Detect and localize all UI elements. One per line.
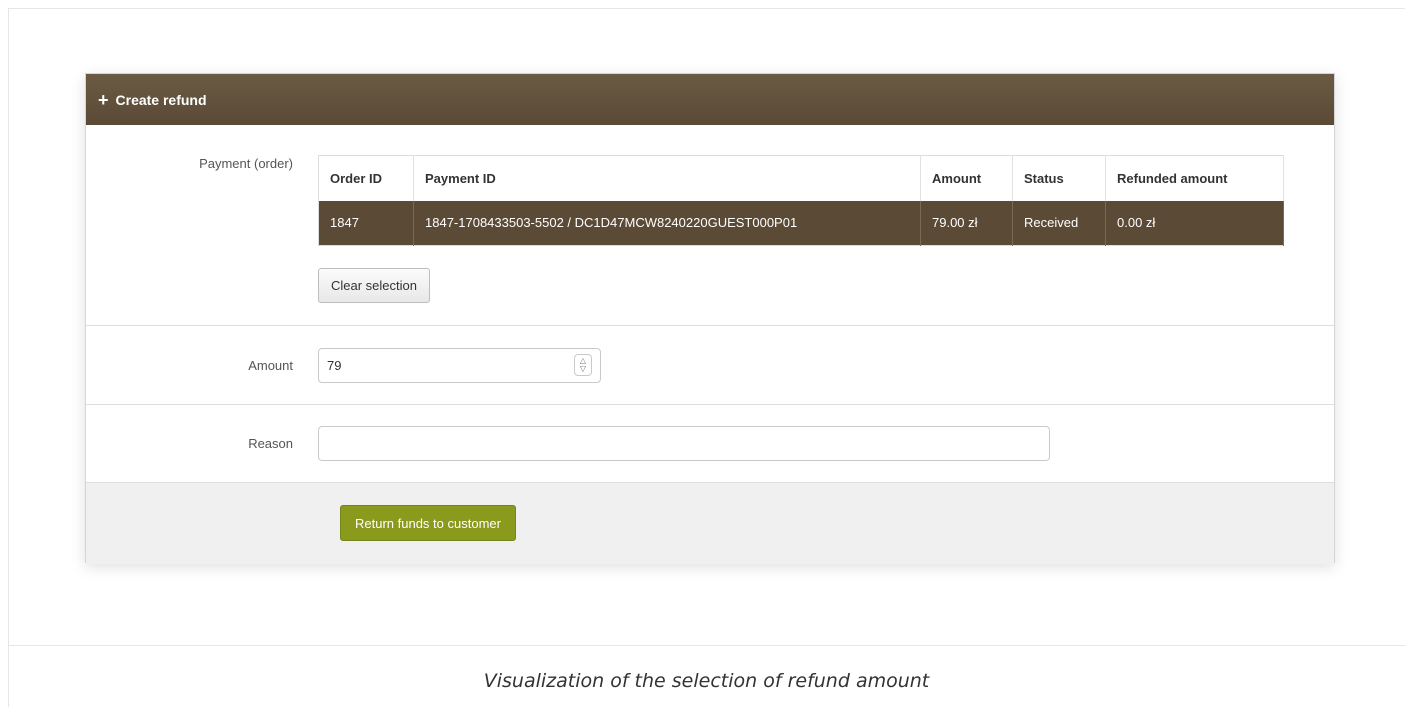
payments-table: Order ID Payment ID Amount Status Refund… xyxy=(318,155,1284,246)
amount-row: Amount △ ▽ xyxy=(86,326,1334,405)
reason-input[interactable] xyxy=(318,426,1050,461)
reason-field xyxy=(318,426,1334,461)
frame-top-border xyxy=(8,8,1405,9)
panel-title: Create refund xyxy=(115,91,207,108)
cell-order-id: 1847 xyxy=(318,200,414,246)
table-row-selected[interactable]: 1847 1847-1708433503-5502 / DC1D47MCW824… xyxy=(318,200,1284,246)
caption-divider xyxy=(8,645,1405,646)
table-header-row: Order ID Payment ID Amount Status Refund… xyxy=(318,155,1284,201)
return-funds-button[interactable]: Return funds to customer xyxy=(340,505,516,541)
amount-input-box: △ ▽ xyxy=(318,347,601,383)
plus-icon: + xyxy=(98,89,109,110)
amount-label: Amount xyxy=(248,357,293,373)
amount-input[interactable] xyxy=(327,357,527,373)
payment-label: Payment (order) xyxy=(199,156,293,171)
cell-payment-id: 1847-1708433503-5502 / DC1D47MCW8240220G… xyxy=(413,200,921,246)
column-header-status: Status xyxy=(1012,155,1106,201)
column-header-payment-id: Payment ID xyxy=(413,155,921,201)
create-refund-panel: + Create refund Payment (order) Order ID… xyxy=(85,73,1335,564)
reason-label: Reason xyxy=(248,436,293,451)
panel-footer: Return funds to customer xyxy=(86,483,1334,564)
amount-stepper[interactable]: △ ▽ xyxy=(574,354,592,376)
payment-row: Payment (order) Order ID Payment ID Amou… xyxy=(86,125,1334,326)
cell-status: Received xyxy=(1012,200,1106,246)
figure-caption: Visualization of the selection of refund… xyxy=(483,670,930,692)
cell-amount: 79.00 zł xyxy=(920,200,1013,246)
frame-left-border xyxy=(8,8,9,707)
reason-row: Reason xyxy=(86,405,1334,483)
clear-selection-button[interactable]: Clear selection xyxy=(318,268,430,303)
column-header-amount: Amount xyxy=(920,155,1013,201)
column-header-order-id: Order ID xyxy=(318,155,414,201)
cell-refunded-amount: 0.00 zł xyxy=(1105,200,1284,246)
payment-field: Order ID Payment ID Amount Status Refund… xyxy=(318,125,1334,325)
column-header-refunded-amount: Refunded amount xyxy=(1105,155,1284,201)
chevron-down-icon[interactable]: ▽ xyxy=(580,365,586,373)
panel-header: + Create refund xyxy=(86,74,1334,125)
amount-field: △ ▽ xyxy=(318,347,1334,383)
